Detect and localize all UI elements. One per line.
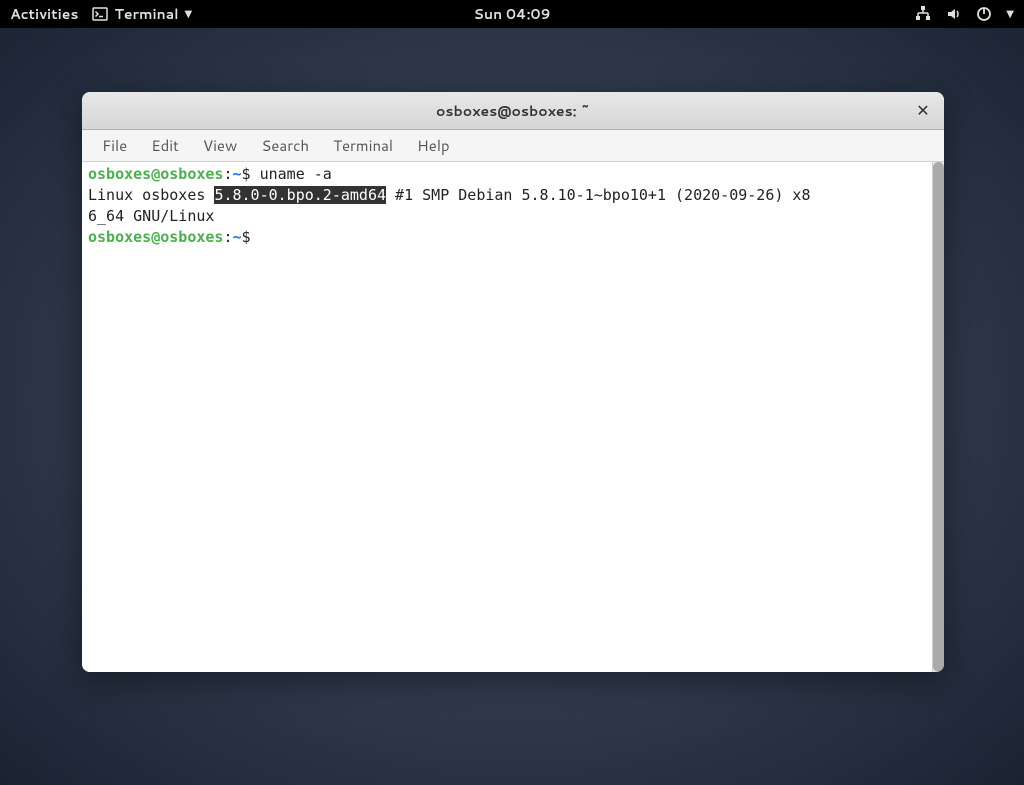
terminal-window: osboxes@osboxes: ~ ✕ File Edit View Sear…	[82, 92, 944, 672]
prompt-symbol: $	[242, 165, 260, 183]
menu-search[interactable]: Search	[249, 131, 321, 160]
menubar: File Edit View Search Terminal Help	[82, 130, 944, 162]
terminal-body: osboxes@osboxes:~$ uname -a Linux osboxe…	[82, 162, 944, 672]
activities-button[interactable]: Activities	[10, 4, 78, 24]
command-text: uname -a	[260, 165, 332, 183]
menu-view[interactable]: View	[191, 131, 250, 160]
close-icon: ✕	[916, 99, 929, 122]
prompt-colon-2: :	[223, 228, 232, 246]
volume-icon[interactable]	[946, 6, 962, 22]
window-title: osboxes@osboxes: ~	[436, 101, 590, 121]
app-menu-button[interactable]: Terminal ▼	[92, 4, 192, 24]
panel-clock[interactable]: Sun 04:09	[474, 4, 551, 24]
menu-file[interactable]: File	[90, 131, 139, 160]
chevron-down-icon: ▼	[185, 7, 193, 21]
scrollbar[interactable]	[932, 162, 944, 672]
prompt-colon: :	[223, 165, 232, 183]
app-menu-label: Terminal	[114, 4, 178, 24]
system-menu-chevron-icon[interactable]: ▼	[1006, 7, 1014, 21]
output-highlight-kernel: 5.8.0-0.bpo.2-amd64	[214, 186, 386, 204]
terminal-content[interactable]: osboxes@osboxes:~$ uname -a Linux osboxe…	[82, 162, 932, 672]
terminal-icon	[92, 6, 108, 22]
clock-label: Sun 04:09	[474, 4, 551, 24]
power-icon[interactable]	[976, 6, 992, 22]
prompt-symbol-2: $	[242, 228, 260, 246]
network-icon[interactable]	[914, 5, 932, 23]
menu-help[interactable]: Help	[405, 131, 462, 160]
panel-right: ▼	[914, 5, 1014, 23]
output-line2-pre: Linux osboxes	[88, 186, 214, 204]
titlebar[interactable]: osboxes@osboxes: ~ ✕	[82, 92, 944, 130]
prompt-user-2: osboxes@osboxes	[88, 228, 223, 246]
prompt-user: osboxes@osboxes	[88, 165, 223, 183]
close-button[interactable]: ✕	[912, 100, 934, 122]
scrollbar-thumb[interactable]	[933, 162, 944, 672]
output-line3: 6_64 GNU/Linux	[88, 207, 214, 225]
prompt-path: ~	[233, 165, 242, 183]
prompt-path-2: ~	[233, 228, 242, 246]
activities-label: Activities	[10, 4, 78, 24]
output-line2-post: #1 SMP Debian 5.8.10-1~bpo10+1 (2020-09-…	[386, 186, 810, 204]
menu-terminal[interactable]: Terminal	[321, 131, 405, 160]
menu-edit[interactable]: Edit	[139, 131, 191, 160]
top-panel: Activities Terminal ▼ Sun 04:09	[0, 0, 1024, 28]
panel-left: Activities Terminal ▼	[10, 4, 192, 24]
